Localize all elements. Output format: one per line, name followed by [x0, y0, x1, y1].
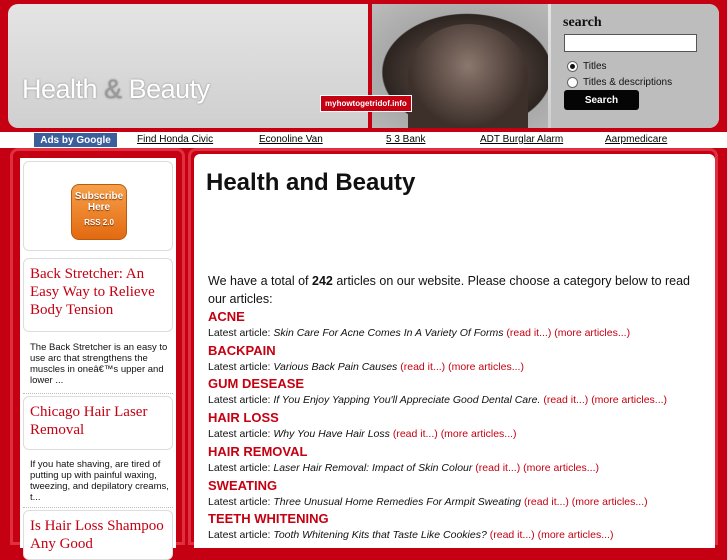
latest-article-label: Latest article:	[208, 529, 274, 542]
site-header: Health & Beauty myhowtogetridof.info sea…	[0, 0, 727, 132]
latest-article-label: Latest article:	[208, 428, 274, 441]
rss-subscribe-icon[interactable]: Subscribe Here RSS 2.0	[71, 184, 127, 240]
latest-article-label: Latest article:	[208, 495, 274, 508]
read-it-link[interactable]: (read it...)	[490, 529, 535, 541]
site-logo[interactable]: Health & Beauty	[22, 74, 210, 105]
latest-article-line: Latest article: Laser Hair Removal: Impa…	[208, 462, 599, 474]
sidebar-article-title[interactable]: Chicago Hair Laser Removal	[30, 403, 166, 439]
search-panel: search Titles Titles & descriptions Sear…	[551, 4, 719, 128]
rss-line-version: RSS 2.0	[84, 218, 114, 227]
latest-article-title: If You Enjoy Yapping You'll Appreciate G…	[273, 394, 541, 407]
read-it-link[interactable]: (read it...)	[393, 428, 438, 440]
more-articles-link[interactable]: (more articles...)	[572, 496, 648, 508]
option-titles[interactable]: Titles	[567, 61, 607, 72]
latest-article-label: Latest article:	[208, 461, 274, 474]
main-panel: Health and Beauty We have a total of 242…	[194, 154, 715, 548]
rss-card: Subscribe Here RSS 2.0	[23, 161, 173, 251]
latest-article-line: Latest article: If You Enjoy Yapping You…	[208, 394, 667, 406]
read-it-link[interactable]: (read it...)	[400, 361, 445, 373]
sidebar: Subscribe Here RSS 2.0 Back Stretcher: A…	[10, 148, 185, 560]
page-title: Health and Beauty	[206, 169, 416, 196]
option-titles-desc-label: Titles & descriptions	[583, 77, 673, 88]
latest-article-title: Skin Care For Acne Comes In A Variety Of…	[273, 327, 504, 339]
latest-article-title: Various Back Pain Causes	[273, 360, 398, 373]
ad-link[interactable]: 5 3 Bank	[386, 134, 425, 145]
logo-word-beauty: Beauty	[128, 74, 211, 104]
read-it-link[interactable]: (read it...)	[543, 394, 588, 406]
sidebar-article: Is Hair Loss Shampoo Any Good	[23, 510, 173, 560]
more-articles-link[interactable]: (more articles...)	[538, 529, 614, 541]
sidebar-article: Chicago Hair Laser Removal	[23, 396, 173, 450]
latest-article-title: Tooth Whitening Kits that Taste Like Coo…	[273, 529, 487, 542]
logo-word-health: Health	[22, 74, 98, 104]
category-heading[interactable]: SWEATING	[208, 478, 277, 493]
ad-bar: Ads by Google Find Honda Civic Econoline…	[0, 132, 727, 148]
category-heading[interactable]: ACNE	[208, 309, 245, 324]
sidebar-divider	[23, 393, 173, 394]
rss-line-here: Here	[87, 202, 111, 213]
more-articles-link[interactable]: (more articles...)	[523, 462, 599, 474]
site-url-tag: myhowtogetridof.info	[320, 95, 412, 112]
rss-line-subscribe: Subscribe	[74, 191, 124, 202]
latest-article-label: Latest article:	[208, 360, 274, 373]
latest-article-line: Latest article: Various Back Pain Causes…	[208, 361, 524, 373]
latest-article-title: Laser Hair Removal: Impact of Skin Colou…	[273, 461, 473, 474]
main-content: Health and Beauty We have a total of 242…	[188, 148, 718, 548]
article-count: 242	[312, 274, 333, 288]
category-heading[interactable]: GUM DESEASE	[208, 376, 304, 391]
latest-article-line: Latest article: Tooth Whitening Kits tha…	[208, 529, 613, 541]
more-articles-link[interactable]: (more articles...)	[554, 327, 630, 339]
sidebar-article-excerpt: If you hate shaving, are tired of puttin…	[30, 459, 169, 503]
latest-article-line: Latest article: Skin Care For Acne Comes…	[208, 327, 630, 339]
latest-article-label: Latest article:	[208, 394, 274, 407]
header-banner: Health & Beauty myhowtogetridof.info sea…	[8, 4, 719, 128]
option-titles-descriptions[interactable]: Titles & descriptions	[567, 77, 672, 88]
read-it-link[interactable]: (read it...)	[524, 496, 569, 508]
ad-link[interactable]: Aarpmedicare	[605, 134, 667, 145]
latest-article-line: Latest article: Three Unusual Home Remed…	[208, 496, 648, 508]
read-it-link[interactable]: (read it...)	[475, 462, 520, 474]
search-heading: search	[563, 15, 602, 30]
read-it-link[interactable]: (read it...)	[506, 327, 551, 339]
radio-titles-descriptions[interactable]	[567, 77, 578, 88]
latest-article-title: Why You Have Hair Loss	[273, 428, 390, 441]
athlete-back-image	[408, 24, 528, 128]
category-heading[interactable]: HAIR REMOVAL	[208, 444, 307, 459]
intro-pre: We have a total of	[208, 274, 312, 288]
sidebar-article-excerpt: The Back Stretcher is an easy to use arc…	[30, 342, 168, 386]
ad-link[interactable]: ADT Burglar Alarm	[480, 134, 563, 145]
logo-ampersand: &	[104, 74, 122, 104]
latest-article-title: Three Unusual Home Remedies For Armpit S…	[273, 495, 522, 508]
sidebar-article-title[interactable]: Is Hair Loss Shampoo Any Good	[30, 517, 166, 553]
ad-link[interactable]: Econoline Van	[259, 134, 323, 145]
sidebar-article: Back Stretcher: An Easy Way to Relieve B…	[23, 258, 173, 332]
latest-article-label: Latest article:	[208, 327, 274, 339]
more-articles-link[interactable]: (more articles...)	[448, 361, 524, 373]
intro-text: We have a total of 242 articles on our w…	[208, 272, 698, 308]
category-heading[interactable]: BACKPAIN	[208, 343, 276, 358]
sidebar-divider	[23, 507, 173, 508]
ads-by-google-label[interactable]: Ads by Google	[34, 133, 117, 147]
category-heading[interactable]: TEETH WHITENING	[208, 511, 329, 526]
more-articles-link[interactable]: (more articles...)	[441, 428, 517, 440]
latest-article-line: Latest article: Why You Have Hair Loss (…	[208, 428, 517, 440]
radio-titles[interactable]	[567, 61, 578, 72]
sidebar-content: Subscribe Here RSS 2.0 Back Stretcher: A…	[20, 158, 176, 560]
search-input[interactable]	[564, 34, 697, 52]
search-button[interactable]: Search	[564, 90, 639, 110]
sidebar-article-title[interactable]: Back Stretcher: An Easy Way to Relieve B…	[30, 265, 166, 319]
category-heading[interactable]: HAIR LOSS	[208, 410, 279, 425]
more-articles-link[interactable]: (more articles...)	[591, 394, 667, 406]
option-titles-label: Titles	[583, 61, 607, 72]
ad-link[interactable]: Find Honda Civic	[137, 134, 213, 145]
